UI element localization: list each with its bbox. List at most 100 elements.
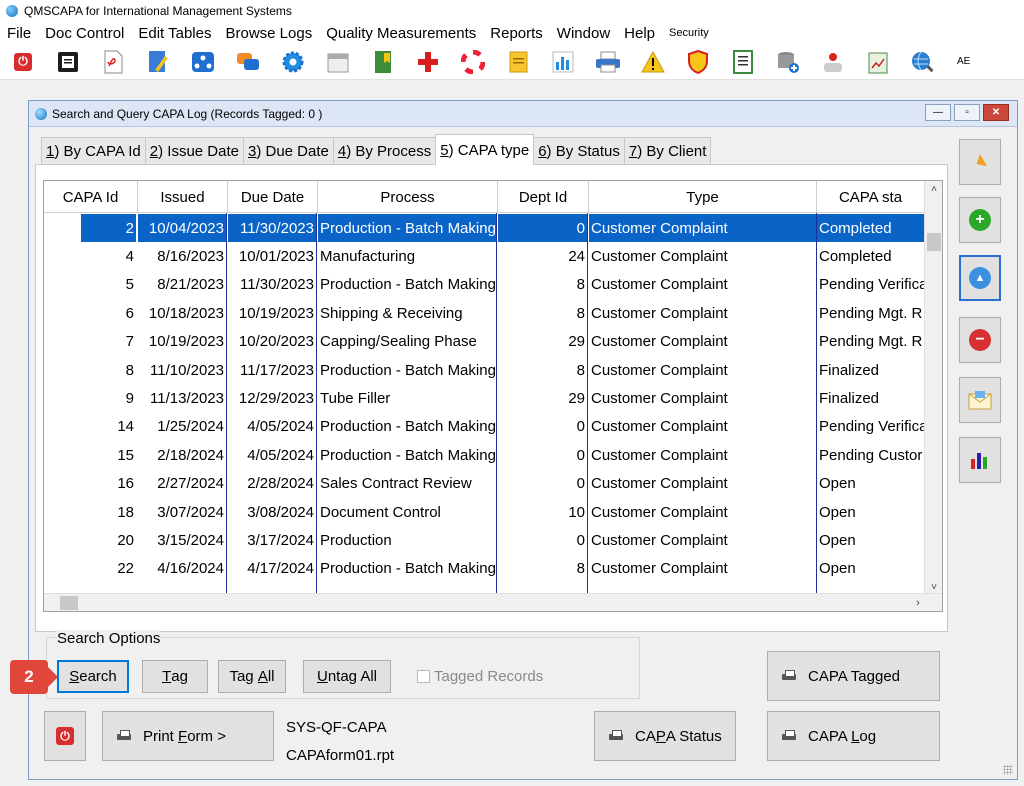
table-row[interactable]: 7 10/19/2023 10/20/2023 Capping/Sealing Pha…	[44, 328, 924, 356]
col-header-due-date[interactable]: Due Date	[228, 181, 318, 213]
table-row[interactable]: 20 3/15/2024 3/17/2024 Production 0 Customer …	[44, 526, 924, 554]
table-row[interactable]: 8 11/10/2023 11/17/2023 Production - Batch …	[44, 356, 924, 384]
edit-button[interactable]: ▲	[959, 255, 1001, 301]
capa-log-grid[interactable]: CAPA Id Issued Due Date Process Dept Id …	[43, 180, 943, 612]
email-button[interactable]	[959, 377, 1001, 423]
shield-icon[interactable]	[685, 49, 711, 75]
cell-capa-status: Open	[819, 503, 856, 521]
untag-all-button[interactable]: Untag All	[303, 660, 391, 693]
cell-due-date: 11/17/2023	[240, 361, 314, 379]
cell-process: Production - Batch Making	[320, 361, 496, 379]
table-row[interactable]: 2 10/04/2023 11/30/2023 Production - Batch …	[44, 214, 924, 242]
warning-triangle-icon[interactable]	[640, 49, 666, 75]
globe-search-icon[interactable]	[910, 49, 936, 75]
restore-button[interactable]: ▫	[954, 104, 980, 121]
col-header-dept-id[interactable]: Dept Id	[498, 181, 589, 213]
settings-gear-icon[interactable]	[280, 49, 306, 75]
tab-by-status[interactable]: 6) By Status	[533, 137, 625, 165]
menu-browse-logs[interactable]: Browse Logs	[218, 25, 319, 42]
back-button[interactable]	[959, 139, 1001, 185]
user-admin-icon[interactable]	[820, 49, 846, 75]
tab-label: ) Issue Date	[158, 143, 239, 160]
search-button[interactable]: Search	[57, 660, 129, 693]
horizontal-scroll-thumb[interactable]	[60, 596, 78, 610]
horizontal-scrollbar[interactable]: ›	[44, 593, 942, 611]
org-chart-icon[interactable]	[190, 49, 216, 75]
table-row[interactable]: 16 2/27/2024 2/28/2024 Sales Contract Revie…	[44, 470, 924, 498]
capa-log-button[interactable]: CAPA Log	[767, 711, 940, 761]
col-header-type[interactable]: Type	[589, 181, 817, 213]
tagged-records-checkbox[interactable]: Tagged Records	[417, 668, 543, 685]
checklist-icon[interactable]	[730, 49, 756, 75]
scroll-up-arrow-icon[interactable]: ˄	[925, 181, 942, 197]
pdf-document-icon[interactable]	[100, 49, 126, 75]
menu-doc-control[interactable]: Doc Control	[38, 25, 131, 42]
chart-button[interactable]	[959, 437, 1001, 483]
notepad-icon[interactable]	[505, 49, 531, 75]
table-row[interactable]: 5 8/21/2023 11/30/2023 Production - Batch M…	[44, 271, 924, 299]
callout-pointer	[48, 667, 58, 687]
clipboard-chart-icon[interactable]	[865, 49, 891, 75]
scroll-right-arrow-icon[interactable]: ›	[910, 594, 926, 611]
table-row[interactable]: 6 10/18/2023 10/19/2023 Shipping & Receivin…	[44, 299, 924, 327]
book-bookmark-icon[interactable]	[370, 49, 396, 75]
tab-capa-type[interactable]: 5) CAPA type	[435, 134, 535, 165]
cell-dept-id: 8	[576, 276, 585, 294]
tab-key: 4	[337, 143, 347, 160]
tab-by-process[interactable]: 4) By Process	[332, 137, 437, 165]
vertical-scrollbar[interactable]: ˄ ˅	[924, 181, 942, 595]
table-row[interactable]: 14 1/25/2024 4/05/2024 Production - Batch M…	[44, 413, 924, 441]
capa-tagged-button[interactable]: CAPA Tagged	[767, 651, 940, 701]
menu-security[interactable]: Security	[662, 27, 716, 39]
tab-by-capa-id[interactable]: 1) By CAPA Id	[41, 137, 146, 165]
document-list-icon[interactable]	[55, 49, 81, 75]
tag-button[interactable]: Tag	[142, 660, 208, 693]
menu-window[interactable]: Window	[550, 25, 617, 42]
delete-button[interactable]: −	[959, 317, 1001, 363]
table-row[interactable]: 22 4/16/2024 4/17/2024 Production - Batch M…	[44, 555, 924, 583]
cell-type: Customer Complaint	[591, 304, 728, 322]
tab-due-date[interactable]: 3) Due Date	[242, 137, 334, 165]
printer-icon	[117, 730, 131, 742]
menu-edit-tables[interactable]: Edit Tables	[131, 25, 218, 42]
vertical-scroll-thumb[interactable]	[927, 233, 941, 251]
tab-issue-date[interactable]: 2) Issue Date	[144, 137, 244, 165]
table-row[interactable]: 18 3/07/2024 3/08/2024 Document Control 10 Cu…	[44, 498, 924, 526]
cell-process: Production - Batch Making	[320, 446, 496, 464]
menu-reports[interactable]: Reports	[483, 25, 550, 42]
tag-all-button[interactable]: Tag All	[218, 660, 286, 693]
checkbox-box[interactable]	[417, 670, 430, 683]
printer-icon[interactable]	[595, 49, 621, 75]
chat-bubbles-icon[interactable]	[235, 49, 261, 75]
database-add-icon[interactable]	[775, 49, 801, 75]
menu-file[interactable]: File	[0, 25, 38, 42]
close-button[interactable]: ✕	[983, 104, 1009, 121]
tab-by-client[interactable]: 7) By Client	[623, 137, 712, 165]
col-header-capa-id[interactable]: CAPA Id	[44, 181, 138, 213]
table-row[interactable]: 15 2/18/2024 4/05/2024 Production - Batch M…	[44, 441, 924, 469]
power-icon[interactable]: ⏻	[10, 49, 36, 75]
col-header-process[interactable]: Process	[318, 181, 498, 213]
print-form-button[interactable]: Print Form >	[102, 711, 274, 761]
toolbar-overflow-text[interactable]: AE	[957, 56, 970, 67]
exit-button[interactable]: ⏻	[44, 711, 86, 761]
col-header-capa-status[interactable]: CAPA sta	[817, 181, 924, 213]
calendar-icon[interactable]	[325, 49, 351, 75]
resize-grip[interactable]	[1003, 765, 1013, 775]
table-row[interactable]: 4 8/16/2023 10/01/2023 Manufacturing 24 Custo…	[44, 242, 924, 270]
minimize-button[interactable]: —	[925, 104, 951, 121]
cell-capa-id: 5	[125, 276, 134, 294]
col-header-issued[interactable]: Issued	[138, 181, 228, 213]
table-row[interactable]: 9 11/13/2023 12/29/2023 Tube Filler 29 Custom…	[44, 384, 924, 412]
medical-cross-icon[interactable]	[415, 49, 441, 75]
cell-due-date: 10/20/2023	[238, 333, 314, 351]
capa-status-button[interactable]: CA P A Status	[594, 711, 736, 761]
bar-chart-icon[interactable]	[550, 49, 576, 75]
cell-capa-status: Pending Mgt. R	[819, 304, 923, 322]
edit-document-icon[interactable]	[145, 49, 171, 75]
cell-dept-id: 8	[576, 560, 585, 578]
add-button[interactable]: +	[959, 197, 1001, 243]
lifebuoy-icon[interactable]	[460, 49, 486, 75]
menu-quality-measurements[interactable]: Quality Measurements	[319, 25, 483, 42]
menu-help[interactable]: Help	[617, 25, 662, 42]
